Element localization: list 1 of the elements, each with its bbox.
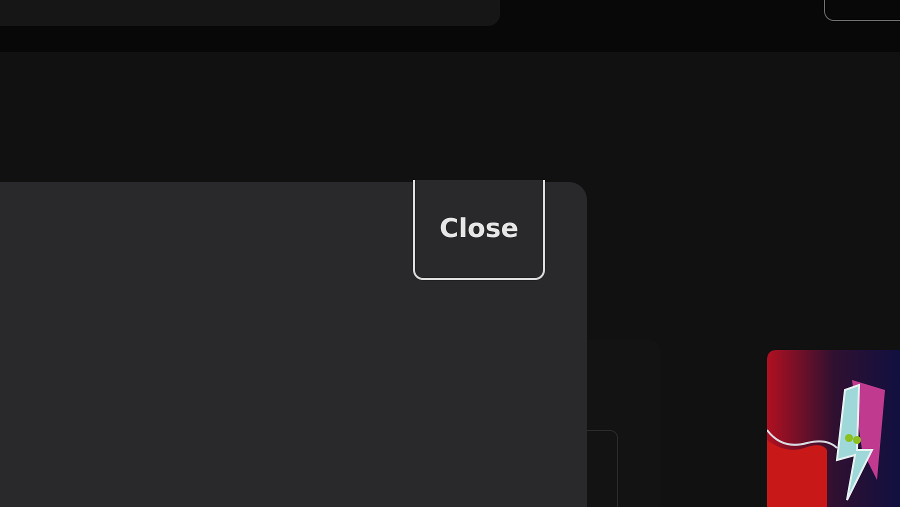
close-button[interactable]: Close	[413, 180, 545, 280]
